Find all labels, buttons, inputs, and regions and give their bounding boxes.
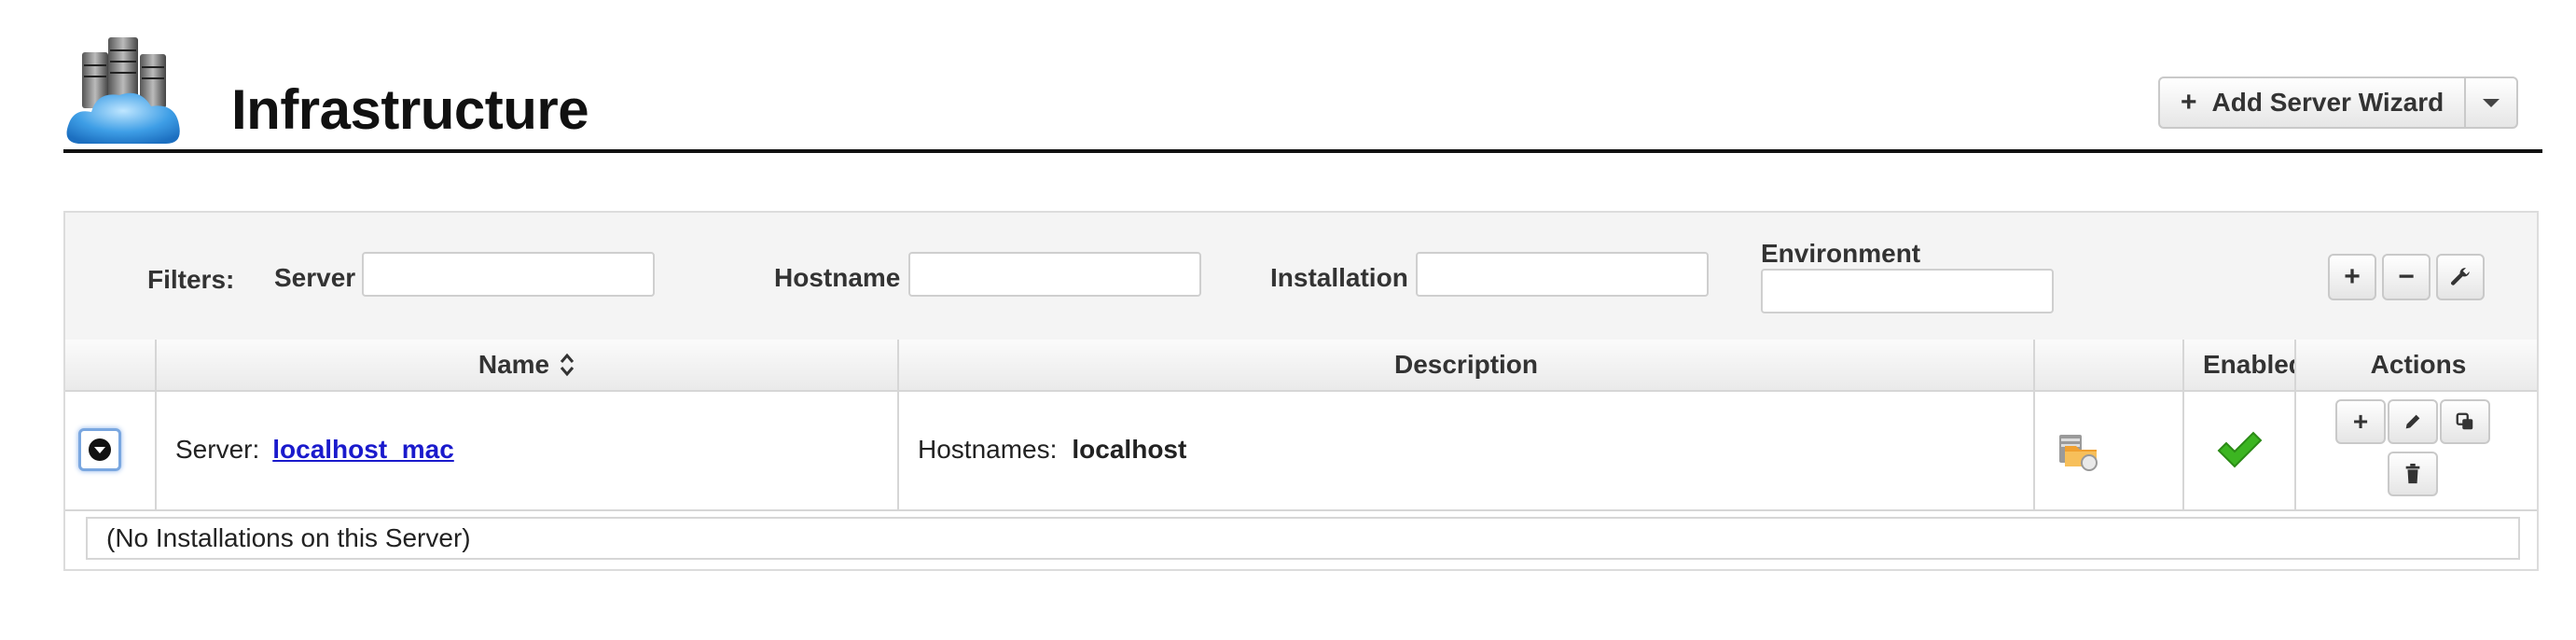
name-column-label: Name <box>478 350 550 379</box>
hostname-filter-label: Hostname <box>774 263 901 292</box>
actions-column-header: Actions <box>2296 340 2541 390</box>
table-row: Server: localhost_mac Hostnames: localho… <box>65 390 2537 511</box>
installation-filter-label: Installation <box>1270 263 1408 292</box>
type-cell <box>2035 390 2184 509</box>
hostname-filter-input[interactable] <box>908 252 1201 297</box>
actions-cell: + <box>2296 390 2541 509</box>
sort-icon <box>560 353 575 377</box>
enabled-column-label: Enabled <box>2203 350 2296 379</box>
minus-icon: − <box>2398 261 2415 292</box>
edit-server-button[interactable] <box>2388 399 2438 444</box>
server-prefix: Server: <box>175 435 260 464</box>
server-folder-icon <box>2059 435 2098 471</box>
add-filter-button[interactable]: + <box>2328 254 2376 300</box>
description-column-header: Description <box>899 340 2035 390</box>
checkmark-icon <box>2217 431 2263 468</box>
expand-cell <box>65 390 157 509</box>
environment-filter-label: Environment <box>1761 239 1921 268</box>
description-column-label: Description <box>1393 350 1539 379</box>
plus-icon: + <box>2181 87 2197 118</box>
server-filter-input[interactable] <box>362 252 655 297</box>
server-cloud-icon <box>65 34 183 149</box>
filters-label: Filters: <box>147 265 235 294</box>
chevron-down-icon <box>89 438 111 461</box>
installation-filter-input[interactable] <box>1416 252 1709 297</box>
expand-column-header <box>65 340 157 390</box>
add-server-wizard-group: + Add Server Wizard <box>2158 77 2519 129</box>
wrench-icon <box>2451 268 2470 285</box>
enabled-column-header: Enabled <box>2184 340 2296 390</box>
wizard-dropdown-toggle[interactable] <box>2464 78 2516 127</box>
name-cell: Server: localhost_mac <box>157 390 899 509</box>
environment-filter-input[interactable] <box>1761 269 2054 313</box>
plus-icon: + <box>2352 407 2369 436</box>
plus-icon: + <box>2344 261 2361 292</box>
servers-panel: Filters: Server Hostname Installation En… <box>63 211 2539 571</box>
server-filter-label: Server <box>274 263 356 292</box>
enabled-cell <box>2184 390 2296 509</box>
description-cell: Hostnames: localhost <box>899 390 2035 509</box>
filter-bar: Filters: Server Hostname Installation En… <box>65 213 2537 341</box>
caret-down-icon <box>2483 98 2500 107</box>
server-name-link[interactable]: localhost_mac <box>272 435 454 465</box>
remove-filter-button[interactable]: − <box>2382 254 2431 300</box>
name-column-header[interactable]: Name <box>157 340 899 390</box>
installations-subrow: (No Installations on this Server) <box>86 517 2520 560</box>
delete-server-button[interactable] <box>2388 452 2438 496</box>
actions-column-label: Actions <box>2370 350 2467 379</box>
hostnames-prefix: Hostnames: <box>918 435 1058 464</box>
copy-icon <box>2456 412 2473 430</box>
page-title: Infrastructure <box>231 78 589 141</box>
pencil-icon <box>2405 414 2420 429</box>
copy-server-button[interactable] <box>2440 399 2490 444</box>
trash-icon <box>2405 464 2420 484</box>
add-installation-button[interactable]: + <box>2335 399 2386 444</box>
add-server-wizard-button[interactable]: + Add Server Wizard <box>2160 78 2464 127</box>
add-server-wizard-label: Add Server Wizard <box>2211 88 2444 117</box>
hostnames-value: localhost <box>1072 435 1187 464</box>
type-column-header <box>2035 340 2184 390</box>
expand-row-button[interactable] <box>78 428 121 471</box>
table-header: Name Description Enabled Actions <box>65 340 2537 392</box>
header-divider <box>63 149 2542 153</box>
filter-settings-button[interactable] <box>2436 254 2485 300</box>
